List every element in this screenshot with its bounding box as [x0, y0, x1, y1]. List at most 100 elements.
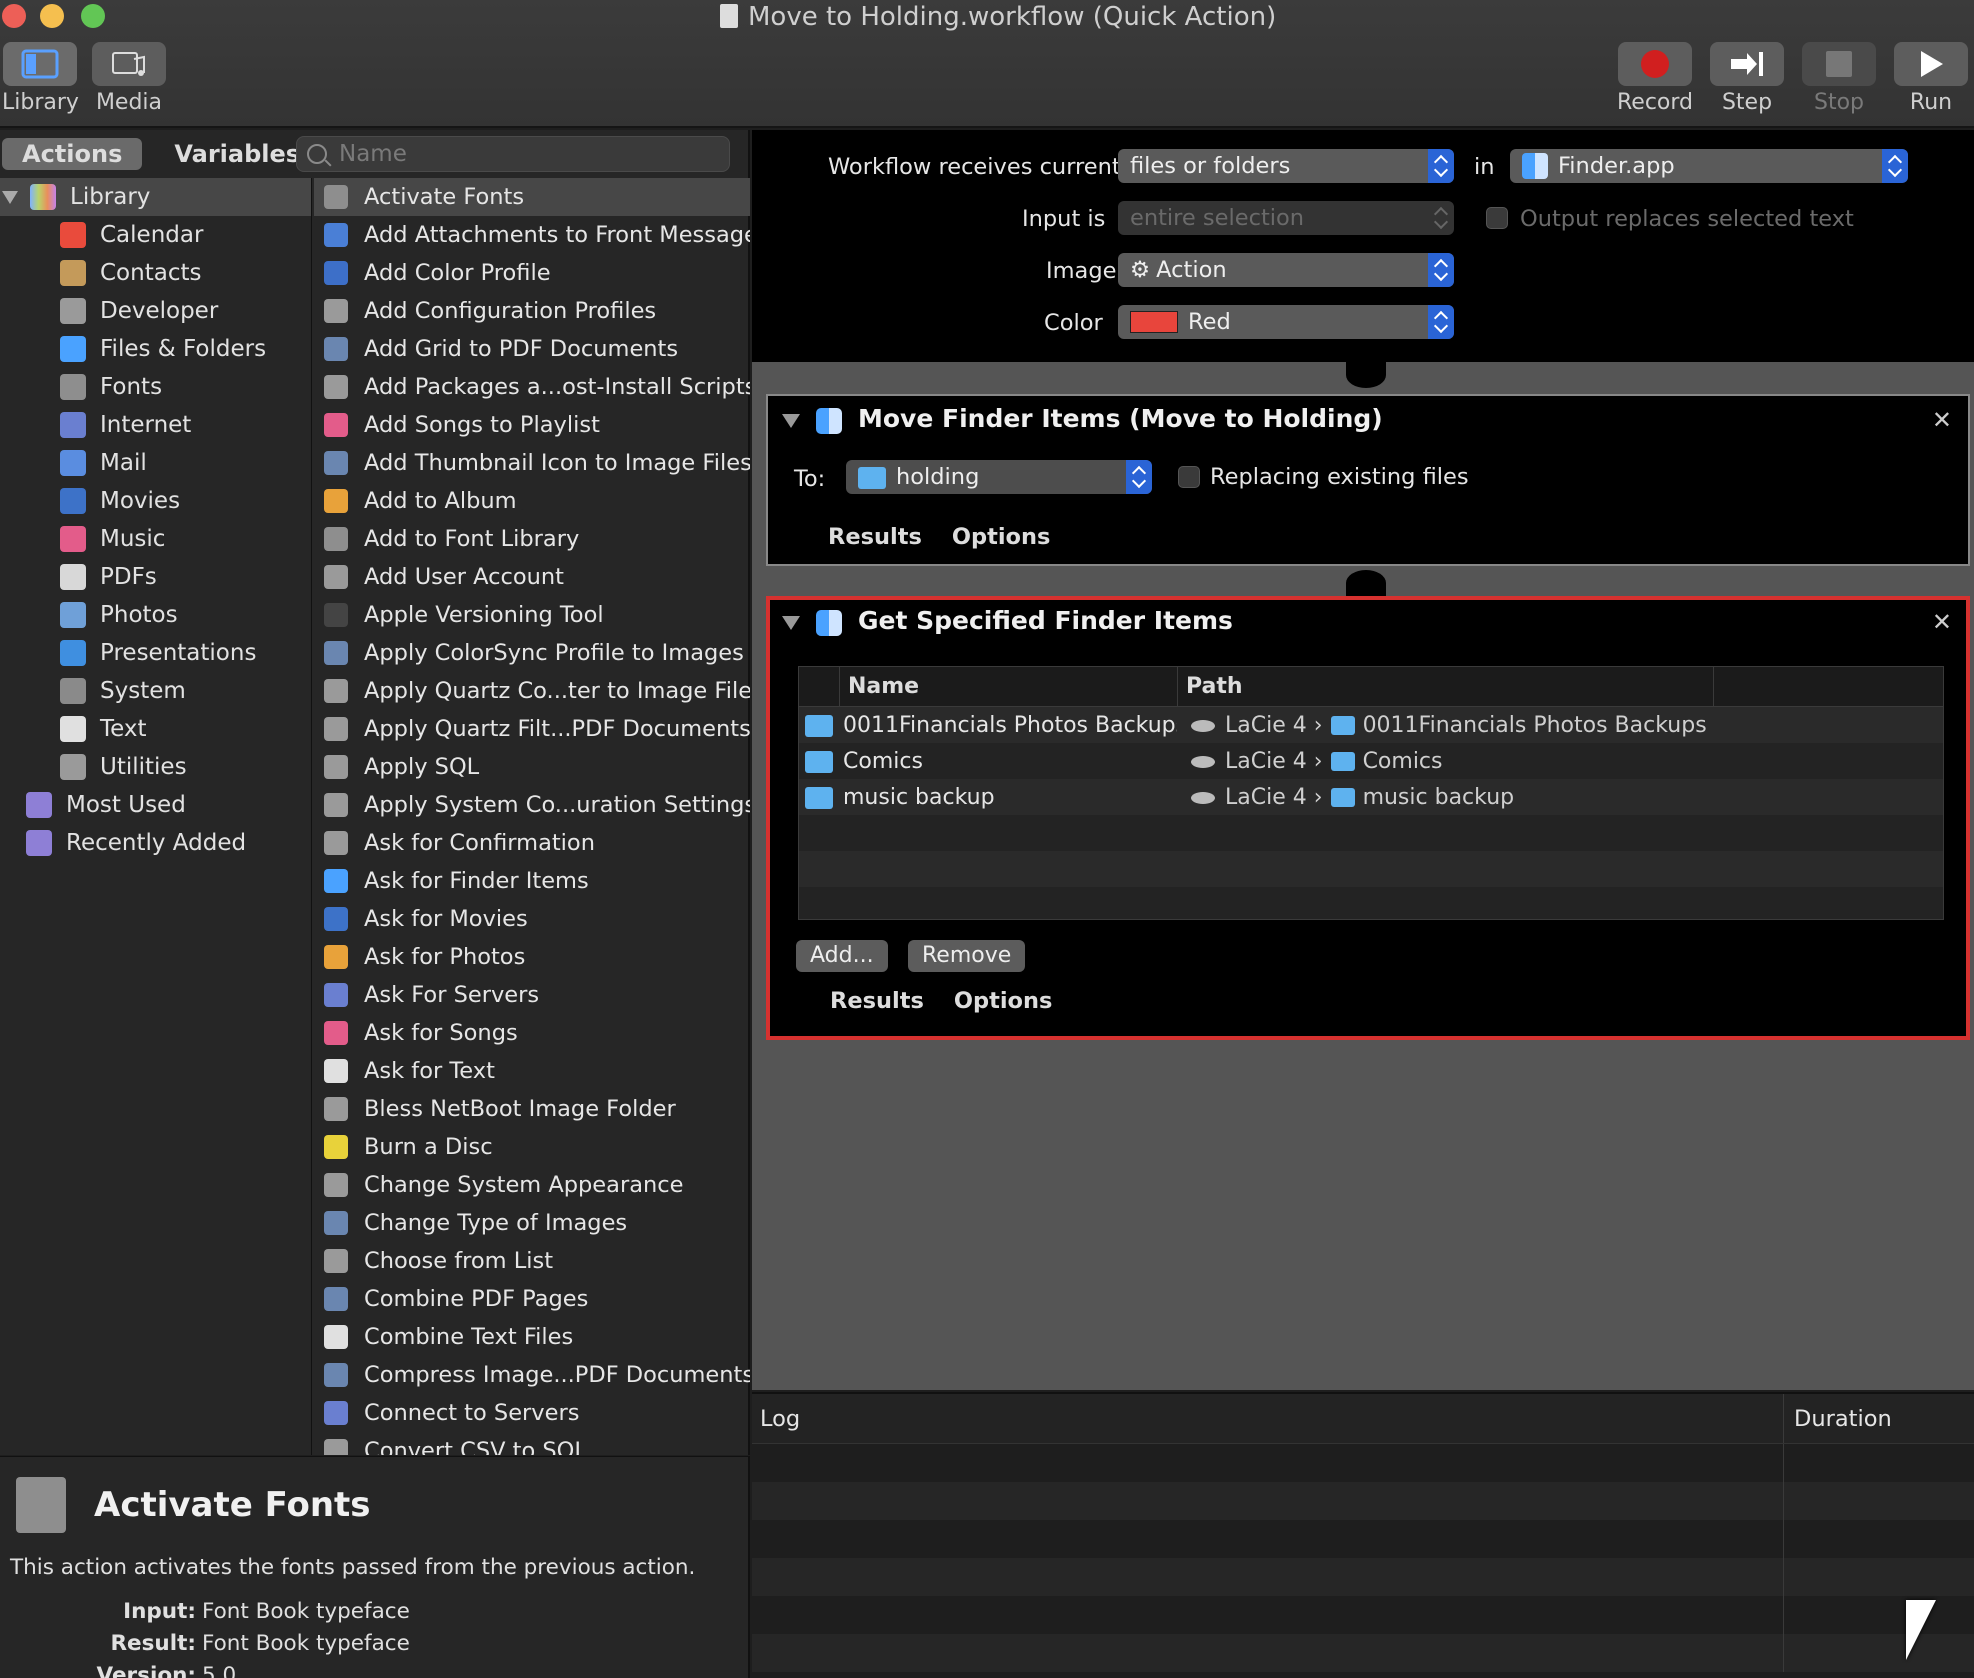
action-item[interactable]: Apply SQL [314, 748, 750, 786]
action-item[interactable]: Apple Versioning Tool [314, 596, 750, 634]
path-disk: LaCie 4 [1225, 784, 1307, 810]
action-item[interactable]: Add Thumbnail Icon to Image Files [314, 444, 750, 482]
action-item[interactable]: Add Packages a...ost-Install Scripts [314, 368, 750, 406]
action-item[interactable]: Apply ColorSync Profile to Images [314, 634, 750, 672]
action-item[interactable]: Add Configuration Profiles [314, 292, 750, 330]
table-row[interactable]: music backup LaCie 4 › music backup [799, 779, 1943, 815]
run-button[interactable]: Run [1894, 42, 1968, 115]
column-name[interactable]: Name [839, 667, 1177, 706]
action-item[interactable]: Change System Appearance [314, 1166, 750, 1204]
results-tab[interactable]: Results [828, 524, 922, 550]
category-utilities[interactable]: Utilities [0, 748, 311, 786]
step-button[interactable]: Step [1710, 42, 1784, 115]
column-path[interactable]: Path [1177, 667, 1713, 706]
minimize-window-button[interactable] [40, 4, 64, 28]
category-movies[interactable]: Movies [0, 482, 311, 520]
action-item[interactable]: Apply System Co...uration Settings [314, 786, 750, 824]
category-files-folders[interactable]: Files & Folders [0, 330, 311, 368]
category-recently-added[interactable]: Recently Added [0, 824, 311, 862]
category-text[interactable]: Text [0, 710, 311, 748]
action-item[interactable]: Burn a Disc [314, 1128, 750, 1166]
action-item[interactable]: Add to Album [314, 482, 750, 520]
action-item[interactable]: Combine PDF Pages [314, 1280, 750, 1318]
category-pdfs[interactable]: PDFs [0, 558, 311, 596]
action-item[interactable]: Ask for Confirmation [314, 824, 750, 862]
action-item[interactable]: Add Songs to Playlist [314, 406, 750, 444]
results-tab[interactable]: Results [830, 988, 924, 1014]
category-most-used[interactable]: Most Used [0, 786, 311, 824]
action-icon [324, 907, 348, 931]
category-internet[interactable]: Internet [0, 406, 311, 444]
action-item[interactable]: Connect to Servers [314, 1394, 750, 1432]
action-item[interactable]: Bless NetBoot Image Folder [314, 1090, 750, 1128]
close-icon[interactable]: ✕ [1932, 406, 1952, 434]
application-popup[interactable]: Finder.app [1510, 149, 1908, 183]
action-item[interactable]: Ask for Photos [314, 938, 750, 976]
category-developer[interactable]: Developer [0, 292, 311, 330]
action-item[interactable]: Combine Text Files [314, 1318, 750, 1356]
action-item[interactable]: Add to Font Library [314, 520, 750, 558]
description-result: Result: Font Book typeface [0, 1631, 410, 1656]
category-presentations[interactable]: Presentations [0, 634, 311, 672]
category-photos[interactable]: Photos [0, 596, 311, 634]
action-item[interactable]: Add Attachments to Front Message [314, 216, 750, 254]
step-label: Step [1721, 90, 1773, 115]
action-item[interactable]: Compress Image...PDF Documents [314, 1356, 750, 1394]
category-fonts[interactable]: Fonts [0, 368, 311, 406]
action-item[interactable]: Convert CSV to SQL [314, 1432, 750, 1455]
replacing-label: Replacing existing files [1210, 464, 1469, 490]
action-item[interactable]: Change Type of Images [314, 1204, 750, 1242]
action-item[interactable]: Ask for Finder Items [314, 862, 750, 900]
action-item[interactable]: Add Color Profile [314, 254, 750, 292]
action-icon [324, 983, 348, 1007]
move-finder-items-action[interactable]: Move Finder Items (Move to Holding) ✕ To… [766, 394, 1970, 566]
action-item[interactable]: Add User Account [314, 558, 750, 596]
action-item[interactable]: Apply Quartz Filt...PDF Documents [314, 710, 750, 748]
output-replaces-checkbox[interactable] [1486, 207, 1508, 229]
media-button[interactable]: Media [92, 42, 166, 115]
popup-arrows-icon [1882, 149, 1908, 183]
action-item[interactable]: Ask for Movies [314, 900, 750, 938]
action-item[interactable]: Ask for Songs [314, 1014, 750, 1052]
action-item[interactable]: Add Grid to PDF Documents [314, 330, 750, 368]
record-button[interactable]: Record [1617, 42, 1693, 115]
action-icon [324, 1211, 348, 1235]
remove-button[interactable]: Remove [908, 940, 1026, 972]
zoom-window-button[interactable] [81, 4, 105, 28]
category-calendar[interactable]: Calendar [0, 216, 311, 254]
log-column[interactable]: Log [752, 1394, 1784, 1443]
collapse-triangle-icon[interactable] [782, 414, 800, 428]
receives-popup[interactable]: files or folders [1118, 149, 1454, 183]
add-button[interactable]: Add... [796, 940, 888, 972]
close-window-button[interactable] [2, 4, 26, 28]
search-field[interactable] [296, 136, 730, 172]
category-system[interactable]: System [0, 672, 311, 710]
table-row[interactable]: 0011Financials Photos Backups LaCie 4 › 00… [799, 707, 1943, 743]
duration-column[interactable]: Duration [1784, 1394, 1974, 1443]
action-item[interactable]: Ask For Servers [314, 976, 750, 1014]
library-toggle-button[interactable]: Library [2, 42, 79, 115]
category-music[interactable]: Music [0, 520, 311, 558]
table-row[interactable]: Comics LaCie 4 › Comics [799, 743, 1943, 779]
options-tab[interactable]: Options [952, 524, 1051, 550]
action-item[interactable]: Activate Fonts [314, 178, 750, 216]
action-item[interactable]: Choose from List [314, 1242, 750, 1280]
options-tab[interactable]: Options [954, 988, 1053, 1014]
close-icon[interactable]: ✕ [1932, 608, 1952, 636]
destination-popup[interactable]: holding [846, 460, 1152, 494]
stop-button[interactable]: Stop [1802, 42, 1876, 115]
tab-actions[interactable]: Actions [2, 138, 143, 170]
disclosure-triangle-icon[interactable] [2, 190, 18, 204]
image-popup[interactable]: ⚙ Action [1118, 253, 1454, 287]
action-item[interactable]: Apply Quartz Co...ter to Image Files [314, 672, 750, 710]
category-library[interactable]: Library [0, 178, 311, 216]
replacing-existing-checkbox[interactable] [1178, 466, 1200, 488]
color-popup[interactable]: Red [1118, 305, 1454, 339]
action-item[interactable]: Ask for Text [314, 1052, 750, 1090]
input-is-popup[interactable]: entire selection [1118, 201, 1454, 235]
search-input[interactable] [339, 139, 719, 169]
category-contacts[interactable]: Contacts [0, 254, 311, 292]
collapse-triangle-icon[interactable] [782, 616, 800, 630]
category-mail[interactable]: Mail [0, 444, 311, 482]
get-specified-finder-items-action[interactable]: Get Specified Finder Items ✕ Name Path 0… [766, 596, 1970, 1040]
